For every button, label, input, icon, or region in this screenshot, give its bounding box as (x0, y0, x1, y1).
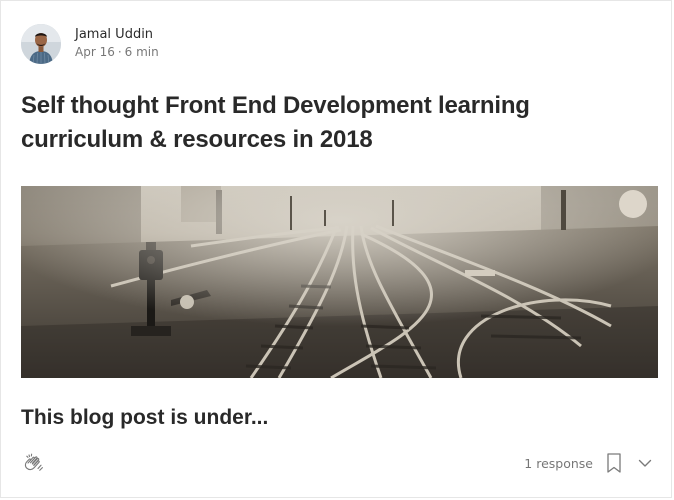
post-hero-image[interactable] (21, 186, 658, 378)
post-meta: Apr 16 · 6 min (75, 45, 159, 61)
meta-separator: · (117, 45, 122, 60)
author-avatar[interactable] (21, 24, 61, 64)
footer-actions: 1 response (524, 452, 653, 474)
chevron-down-icon[interactable] (637, 455, 653, 471)
post-title[interactable]: Self thought Front End Development learn… (21, 89, 621, 157)
bookmark-icon[interactable] (605, 452, 623, 474)
author-row: Jamal Uddin Apr 16 · 6 min (21, 24, 159, 64)
clap-icon[interactable] (21, 451, 47, 477)
post-footer: 1 response (21, 449, 653, 477)
responses-link[interactable]: 1 response (524, 456, 593, 471)
post-excerpt[interactable]: This blog post is under... (21, 403, 268, 433)
post-date[interactable]: Apr 16 (75, 45, 115, 59)
author-name[interactable]: Jamal Uddin (75, 27, 159, 44)
author-meta: Jamal Uddin Apr 16 · 6 min (75, 27, 159, 60)
post-card[interactable]: Jamal Uddin Apr 16 · 6 min Self thought Fr… (0, 0, 672, 498)
read-time: 6 min (124, 45, 159, 60)
